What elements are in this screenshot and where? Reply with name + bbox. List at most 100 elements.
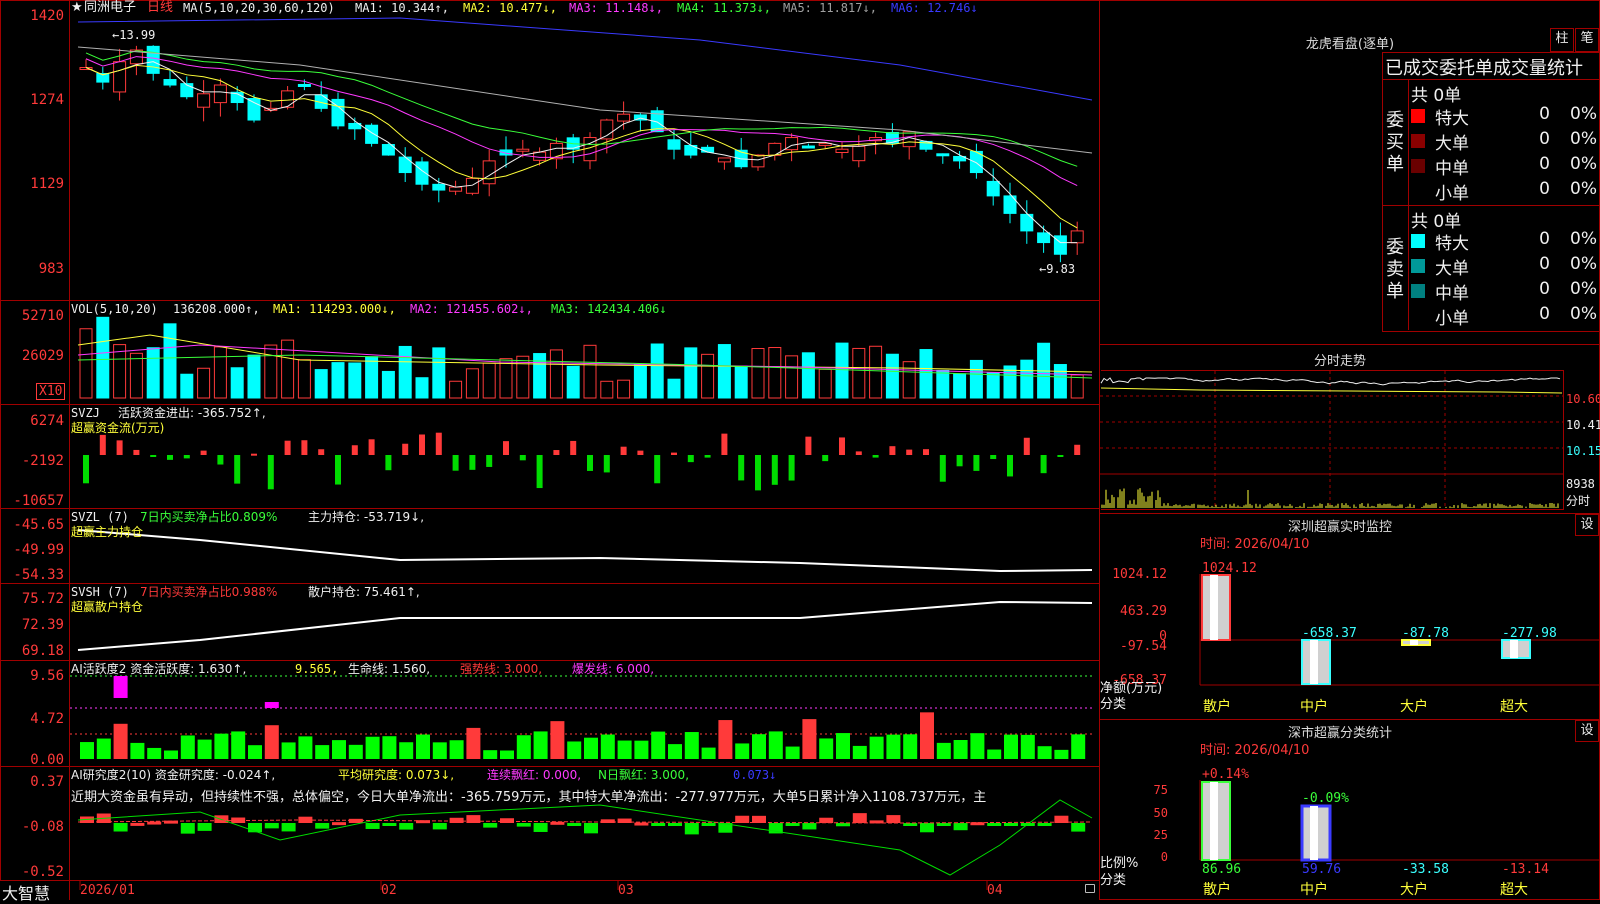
volume-bar — [230, 367, 244, 399]
research-bar — [147, 821, 162, 825]
activity-bar — [701, 747, 716, 759]
dragon-hr — [1382, 79, 1600, 80]
szcls-y-label: 25 — [1153, 828, 1168, 842]
svzl-sub: 超赢主力持仓 — [71, 525, 144, 539]
svsh-header: SVSH (7) — [71, 585, 129, 599]
volume-bar — [600, 380, 614, 399]
kline-y-label: 1274 — [30, 92, 64, 108]
volume-bar — [213, 346, 227, 399]
column-mode-button[interactable]: 柱 — [1550, 28, 1574, 52]
volume-bar — [953, 373, 967, 399]
candle-body — [751, 154, 765, 168]
sz-classify-time: 时间: 2026/04/10 — [1200, 743, 1310, 758]
research-bar — [920, 823, 934, 833]
candle-body — [516, 148, 530, 152]
research-bar — [264, 823, 279, 829]
activity-bar — [399, 742, 414, 759]
activity-bar — [533, 731, 548, 759]
activity-bar — [584, 737, 598, 759]
main-position-line — [77, 529, 1093, 573]
activity-bar — [768, 731, 783, 759]
favorite-star-icon[interactable]: ★ — [71, 1, 83, 15]
activity-bar — [214, 733, 229, 759]
fund-flow-bar — [133, 449, 140, 455]
ai2-y-label: 0.37 — [30, 774, 64, 790]
activity-bar — [752, 734, 766, 759]
category-label: 散户 — [1203, 882, 1231, 898]
volume-bar — [751, 348, 765, 399]
fund-flow-bar — [435, 432, 442, 455]
sz-classify-panel[interactable] — [1099, 719, 1600, 900]
volume-bar — [197, 367, 211, 399]
volume-bar — [885, 353, 899, 399]
activity-bar — [248, 745, 262, 759]
research-bar — [987, 823, 1002, 826]
sz-monitor-panel[interactable] — [1099, 513, 1600, 720]
szmon-x-unit: 分类 — [1100, 697, 1127, 712]
fund-flow-bar — [402, 443, 409, 455]
sz-classify-settings-button[interactable]: 设 — [1575, 720, 1599, 742]
vol-ma1: MA1: 114293.000↓, — [273, 302, 396, 316]
sell-row-count: 0 — [1539, 279, 1550, 299]
candle-body — [146, 45, 160, 74]
fund-flow-bar — [771, 455, 778, 485]
x-axis-label: 02 — [381, 883, 397, 898]
research-bar — [752, 815, 766, 823]
activity-bar — [785, 746, 800, 759]
ai1-strong: 强势线: 3.000, — [460, 662, 543, 676]
sell-row-count: 0 — [1539, 254, 1550, 274]
fund-flow-bar — [1074, 444, 1081, 455]
buy-row-count: 0 — [1539, 154, 1550, 174]
kline-y-label: 983 — [38, 261, 64, 277]
research-bar — [382, 823, 397, 826]
ai1-header: AI活跃度2 资金活跃度: 1.630↑, — [71, 662, 247, 676]
volume-bar — [449, 380, 463, 399]
sell-row-color-swatch — [1411, 234, 1425, 248]
svzj-y-label: -2192 — [21, 453, 64, 469]
fund-flow-bar — [671, 452, 677, 455]
volume-bar — [969, 359, 983, 399]
research-bar — [567, 823, 582, 826]
fund-flow-bar — [150, 455, 157, 457]
candle-body — [297, 83, 311, 87]
fund-flow-bar — [553, 450, 560, 455]
ma4-value: MA4: 11.373↓, — [677, 1, 771, 15]
fund-flow-bar — [822, 455, 829, 462]
fund-flow-bar — [116, 440, 123, 455]
dragon-hr — [1382, 205, 1600, 206]
ma3-line — [85, 56, 1078, 187]
tick-mode-button[interactable]: 笔 — [1575, 28, 1599, 52]
dragon-header: 已成交委托单成交量统计 — [1385, 58, 1583, 79]
activity-bar — [449, 740, 464, 759]
research-bar — [634, 822, 649, 826]
research-bar — [886, 815, 901, 823]
activity-bar — [130, 742, 145, 759]
volume-bar — [667, 378, 681, 399]
fund-flow-bar — [1023, 437, 1030, 455]
period-label[interactable]: 日线 — [147, 1, 173, 15]
volume-bar — [96, 316, 110, 399]
research-bar — [651, 823, 666, 826]
sz-monitor-settings-button[interactable]: 设 — [1575, 514, 1599, 536]
ai1-y-label: 4.72 — [30, 711, 64, 727]
activity-bar — [970, 733, 985, 759]
sell-row-percent: 0% — [1570, 229, 1597, 249]
buy-row-percent: 0% — [1570, 129, 1597, 149]
buy-row-count: 0 — [1539, 179, 1550, 199]
activity-bar — [516, 735, 531, 759]
fund-flow-bar — [1040, 455, 1047, 474]
candle-body — [398, 156, 412, 174]
research-bar — [836, 823, 850, 827]
volume-bar — [398, 345, 412, 399]
activity-bar — [953, 740, 968, 759]
activity-bar — [348, 744, 363, 759]
fenshi-vol-label: 8938 — [1566, 477, 1595, 491]
volume-bar — [936, 369, 950, 399]
activity-bar — [886, 734, 901, 759]
volume-bar — [583, 344, 597, 399]
category-label: 中户 — [1300, 882, 1328, 898]
lock-icon[interactable] — [1085, 884, 1095, 893]
vol-unit-label: X10 — [36, 383, 66, 400]
activity-bar — [668, 744, 682, 759]
research-bar — [735, 815, 750, 823]
